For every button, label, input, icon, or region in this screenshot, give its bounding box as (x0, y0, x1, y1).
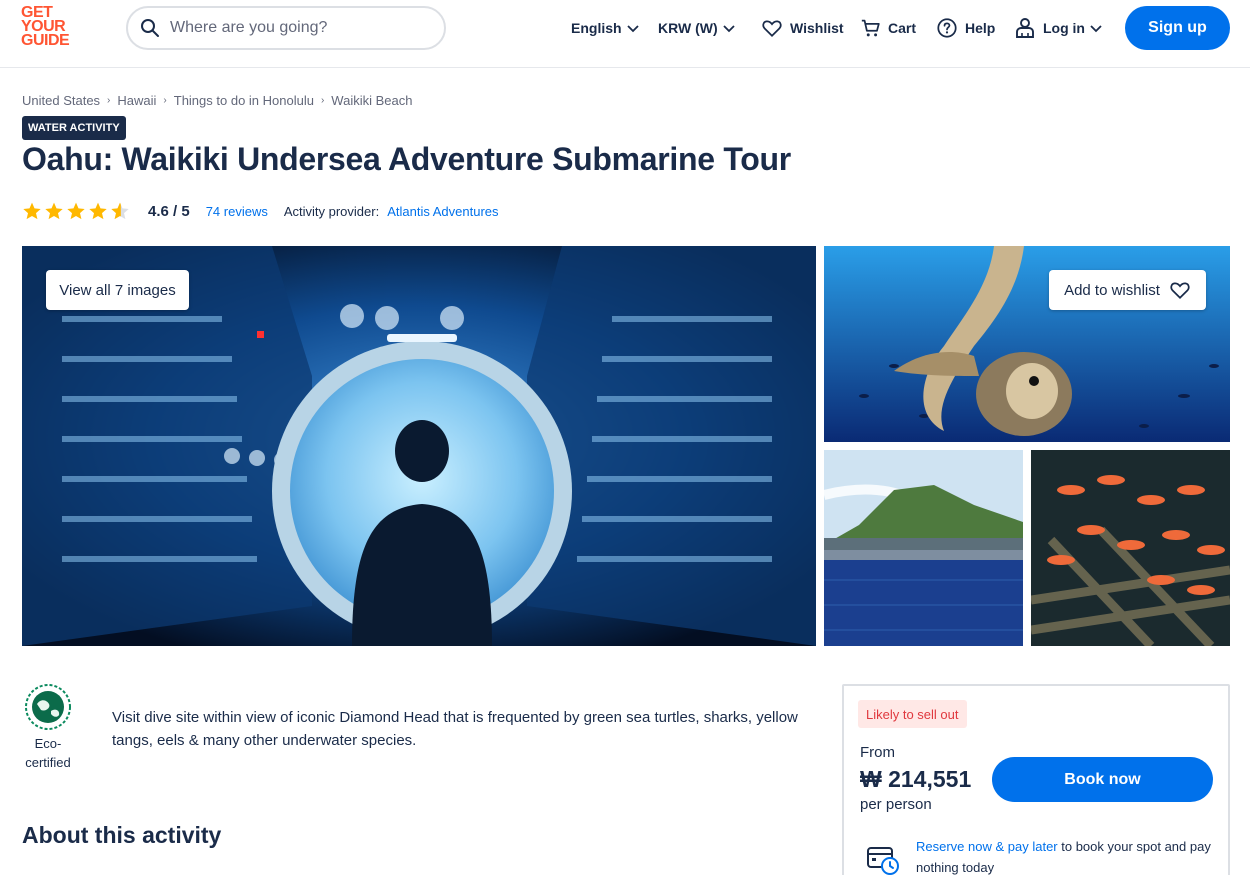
search-icon (141, 19, 159, 37)
booking-card: Likely to sell out From ₩ 214,551 per pe… (842, 684, 1230, 875)
top-header: GET YOUR GUIDE English KRW (W) Wishlist … (0, 0, 1250, 68)
language-selector[interactable]: English (571, 16, 640, 40)
gallery-image-diamond-head[interactable] (824, 450, 1023, 646)
book-now-button[interactable]: Book now (992, 757, 1213, 802)
search-bar[interactable] (126, 6, 446, 50)
breadcrumb-item[interactable]: Waikiki Beach (331, 93, 412, 108)
view-all-images-button[interactable]: View all 7 images (46, 270, 189, 310)
cart-link[interactable]: Cart (860, 16, 916, 40)
diamond-head-boat-image (824, 450, 1023, 646)
star-full-icon (23, 202, 41, 220)
eco-certified-badge: Eco- certified (22, 684, 74, 772)
getyourguide-logo[interactable]: GET YOUR GUIDE (21, 5, 81, 49)
star-rating (22, 201, 130, 221)
per-person-label: per person (860, 796, 932, 813)
add-to-wishlist-button[interactable]: Add to wishlist (1049, 270, 1206, 310)
gallery-image-turtle[interactable]: Add to wishlist (824, 246, 1230, 442)
heart-icon (762, 20, 782, 38)
reserve-now-link[interactable]: Reserve now & pay later (916, 839, 1058, 854)
breadcrumb-item[interactable]: United States (22, 93, 100, 108)
breadcrumb-separator-icon: › (107, 95, 111, 106)
globe-icon (25, 684, 71, 730)
chevron-down-icon (626, 25, 639, 33)
main-gallery-image[interactable]: View all 7 images (22, 246, 816, 646)
provider-link[interactable]: Atlantis Adventures (387, 204, 498, 219)
cart-label: Cart (888, 20, 917, 36)
breadcrumb-item[interactable]: Hawaii (117, 93, 156, 108)
activity-highlight: Visit dive site within view of iconic Di… (112, 709, 798, 749)
star-full-icon (67, 202, 85, 220)
help-label: Help (965, 20, 996, 36)
breadcrumb-item[interactable]: Things to do in Honolulu (174, 93, 314, 108)
calendar-clock-icon (867, 847, 899, 875)
chevron-down-icon (722, 25, 735, 33)
gallery-image-reef-fish[interactable] (1031, 450, 1230, 646)
about-heading: About this activity (22, 822, 222, 848)
reviews-link[interactable]: 74 reviews (206, 204, 268, 219)
language-label: English (571, 20, 622, 36)
wishlist-link[interactable]: Wishlist (761, 16, 844, 40)
breadcrumb-separator-icon: › (320, 95, 325, 106)
currency-label: KRW (W) (658, 20, 718, 36)
star-half-icon (111, 202, 129, 220)
page-title: Oahu: Waikiki Undersea Adventure Submari… (22, 141, 791, 177)
rating-row: 4.6 / 5 74 reviews Activity provider: At… (22, 200, 499, 222)
currency-selector[interactable]: KRW (W) (658, 16, 736, 40)
star-full-icon (89, 202, 107, 220)
eco-label-line-2: certified (25, 755, 71, 770)
login-menu[interactable]: Log in (1015, 16, 1103, 40)
sell-out-badge: Likely to sell out (858, 700, 967, 728)
rating-score: 4.6 / 5 (148, 202, 190, 220)
price-from-label: From (860, 744, 895, 761)
help-link[interactable]: Help (936, 16, 995, 40)
star-full-icon (45, 202, 63, 220)
heart-icon (1170, 282, 1190, 300)
breadcrumb-separator-icon: › (163, 95, 167, 106)
chevron-down-icon (1090, 25, 1102, 33)
user-icon (1016, 18, 1034, 38)
price-value: ₩ 214,551 (860, 766, 972, 792)
login-label: Log in (1043, 20, 1085, 36)
search-input[interactable] (170, 19, 420, 37)
signup-button[interactable]: Sign up (1125, 6, 1230, 50)
category-badge: WATER ACTIVITY (22, 116, 126, 140)
breadcrumb: United States › Hawaii › Things to do in… (22, 93, 412, 108)
provider-label: Activity provider: (283, 203, 380, 219)
logo-line-3: GUIDE (21, 32, 70, 49)
add-to-wishlist-label: Add to wishlist (1064, 281, 1160, 299)
question-circle-icon (937, 18, 957, 38)
cart-icon (861, 19, 880, 37)
eco-label-line-1: Eco- (34, 736, 62, 751)
reserve-info: Reserve now & pay later to book your spo… (916, 836, 1216, 875)
reef-fish-wreck-image (1031, 450, 1230, 646)
wishlist-label: Wishlist (790, 20, 844, 36)
